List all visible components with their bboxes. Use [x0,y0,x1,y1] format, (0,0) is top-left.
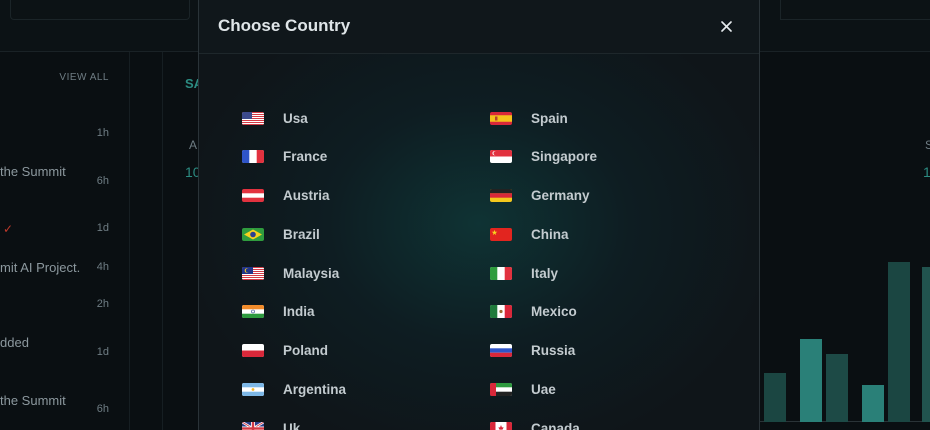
de-flag-icon [490,189,512,202]
gb-flag-icon [242,421,264,430]
country-option-de[interactable]: Germany [490,185,590,207]
country-option-ca[interactable]: Canada [490,417,580,430]
country-name: India [283,304,315,320]
chart-bar [826,354,848,422]
my-flag-icon [242,266,264,280]
country-option-fr[interactable]: France [242,146,327,168]
activity-time: 6h [96,403,109,415]
country-name: Germany [531,188,590,203]
activity-time: 4h [96,261,109,273]
chart-bar [862,385,884,422]
es-flag-icon [490,111,512,125]
country-name: Uk [283,420,301,430]
country-option-at[interactable]: Austria [242,185,330,207]
country-name: Mexico [531,304,577,320]
chart-bar [922,267,930,422]
view-all-link[interactable]: VIEW ALL [59,72,109,83]
country-name: China [531,226,569,242]
country-option-us[interactable]: Usa [242,107,308,129]
in-flag-icon [242,305,264,319]
country-name: Austria [283,188,330,203]
country-option-sg[interactable]: Singapore [490,146,597,168]
activity-panel: VIEW ALL 1h the Summit 6h ✓ 1d mit AI Pr… [0,52,130,430]
country-option-es[interactable]: Spain [490,107,568,129]
country-name: Brazil [283,226,320,242]
country-name: France [283,149,328,165]
it-flag-icon [490,266,512,280]
br-flag-icon [242,227,264,241]
chart-value: 1 [923,164,930,180]
close-icon [720,20,732,32]
close-button[interactable] [715,15,737,37]
country-option-pl[interactable]: Poland [242,340,328,362]
activity-text: the Summit [0,393,66,408]
check-icon: ✓ [3,222,14,236]
chart-panel: S 1 [760,52,930,430]
chart-bar [764,373,786,422]
mx-flag-icon [490,305,512,319]
country-option-ru[interactable]: Russia [490,340,575,362]
country-option-ar[interactable]: Argentina [242,378,346,400]
activity-time: 1d [96,222,109,234]
country-name: Canada [531,420,580,430]
chart-bar [888,262,910,422]
ar-flag-icon [242,382,264,396]
modal-title: Choose Country [218,16,351,35]
chart-label: S [925,138,930,152]
ru-flag-icon [490,344,512,357]
country-option-mx[interactable]: Mexico [490,301,577,323]
sg-flag-icon [490,150,512,164]
country-name: Russia [531,343,576,358]
stats-panel: SA A 10 [162,52,203,430]
country-option-gb[interactable]: Uk [242,417,300,430]
country-option-br[interactable]: Brazil [242,223,320,245]
country-option-ae[interactable]: Uae [490,378,556,400]
top-bar-search[interactable] [10,0,190,20]
country-option-in[interactable]: India [242,301,315,323]
top-bar-actions [780,0,930,20]
country-option-it[interactable]: Italy [490,262,558,284]
country-name: Spain [531,110,568,126]
country-name: Italy [531,265,559,281]
ae-flag-icon [490,382,512,396]
country-option-cn[interactable]: China [490,223,569,245]
activity-text: dded [0,335,29,350]
country-name: Argentina [283,381,347,397]
ca-flag-icon [490,421,512,430]
country-name: Uae [531,381,556,397]
activity-time: 6h [96,175,109,187]
cn-flag-icon [490,227,512,241]
country-name: Poland [283,343,329,358]
country-option-my[interactable]: Malaysia [242,262,339,284]
stats-label: A [189,138,198,152]
activity-text: mit AI Project. [0,260,81,275]
activity-text: the Summit [0,164,66,179]
country-name: Usa [283,110,308,126]
chart-bar [800,339,822,422]
country-name: Malaysia [283,265,340,281]
activity-time: 2h [96,298,109,310]
activity-time: 1d [96,346,109,358]
pl-flag-icon [242,344,264,357]
modal-header: Choose Country [199,0,759,54]
activity-time: 1h [96,127,109,139]
us-flag-icon [242,111,264,125]
fr-flag-icon [242,150,264,164]
choose-country-modal: Choose Country Usa France Austria Brazil Mal… [198,0,760,430]
at-flag-icon [242,189,264,202]
country-name: Singapore [531,149,598,165]
